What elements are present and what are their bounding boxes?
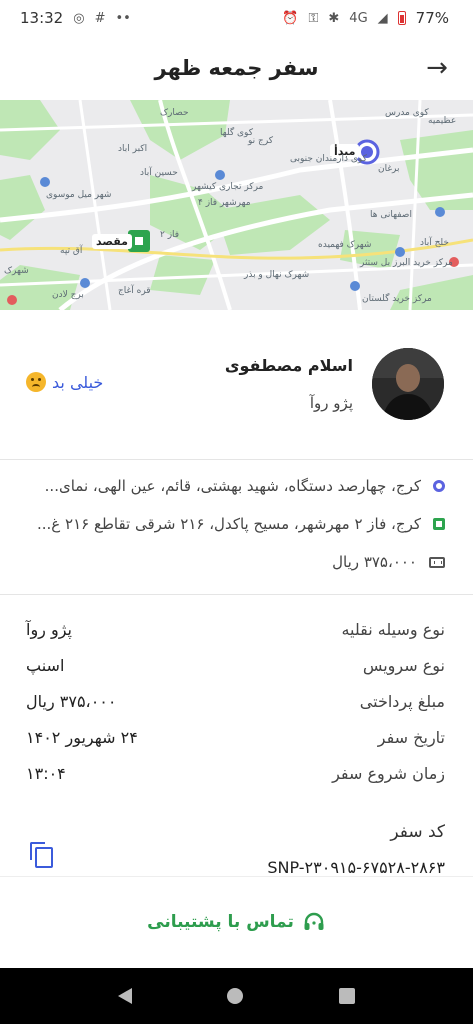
destination-row: کرج، فاز ۲ مهرشهر، مسیح پاکدل، ۲۱۶ شرقی …: [26, 510, 445, 538]
detail-row: اسنپ نوع سرویس: [26, 650, 445, 680]
origin-address: کرج، چهارصد دستگاه، شهید بهشتی، قائم، عی…: [44, 477, 421, 495]
headset-icon: [304, 912, 324, 930]
system-navigation-bar: [0, 968, 473, 1024]
map-place-label: شهرک فهمیده: [318, 240, 372, 250]
route-summary: کرج، چهارصد دستگاه، شهید بهشتی، قائم، عی…: [0, 460, 473, 595]
map-place-label: شهرک نهال و بذر: [244, 270, 310, 280]
map-place-label: کوی دارمندان جنوبی: [290, 154, 367, 164]
page-title: سفر جمعه ظهر: [154, 56, 319, 80]
detail-row: ۲۴ شهریور ۱۴۰۲ تاریخ سفر: [26, 722, 445, 752]
destination-square-icon: [433, 518, 445, 530]
instagram-icon: ◎: [73, 10, 85, 26]
trip-code-label: کد سفر: [390, 822, 445, 842]
map-place-label: خلج آباد: [420, 238, 449, 248]
driver-name: اسلام مصطفوی: [224, 356, 353, 375]
route-price: ۳۷۵،۰۰۰ ریال: [332, 553, 417, 571]
detail-key: زمان شروع سفر: [332, 763, 445, 783]
bluetooth-icon: ✱: [328, 10, 340, 26]
map-place-label: مرکز خرید گلستان: [362, 294, 432, 304]
detail-value: اسنپ: [26, 655, 65, 675]
arrow-right-icon[interactable]: →: [423, 54, 451, 82]
map-place-label: شهر میل موسوی: [46, 190, 112, 200]
destination-map-label: مقصد: [92, 234, 132, 249]
rating-button[interactable]: خیلی بد: [26, 372, 103, 392]
divider: [0, 876, 473, 877]
app-bar: سفر جمعه ظهر →: [0, 36, 473, 100]
detail-key: نوع سرویس: [362, 655, 445, 675]
map-place-label: قره آغاج: [118, 286, 151, 296]
map-place-label: حصارک: [160, 108, 189, 118]
contact-support-button[interactable]: تماس با پشتیبانی: [0, 900, 473, 944]
map-place-label: اکبر اباد: [118, 144, 148, 154]
driver-car: پژو روآ: [309, 394, 353, 412]
signal-icon: ◢: [377, 10, 388, 26]
nav-home-icon[interactable]: [227, 988, 244, 1004]
trip-map[interactable]: مبدأ مقصد کوی مدرس عظیمیه حصارک کوی گلها اکب…: [0, 100, 473, 310]
status-bar: 13:32 ◎ # •• ⏰ ⚿ ✱ 4G ◢ 77%: [0, 0, 473, 36]
network-label: 4G: [349, 10, 368, 26]
detail-key: تاریخ سفر: [377, 727, 445, 747]
map-place-label: مهرشهر فاز ۴: [198, 198, 251, 208]
rating-label: خیلی بد: [52, 372, 104, 392]
support-label: تماس با پشتیبانی: [147, 912, 294, 932]
key-icon: ⚿: [308, 10, 319, 26]
battery-level: 77%: [415, 9, 449, 27]
origin-dot-icon: [433, 480, 445, 492]
driver-avatar: [372, 348, 444, 420]
price-row: ۳۷۵،۰۰۰ ریال: [26, 548, 445, 576]
cash-icon: [429, 556, 445, 568]
battery-icon: [397, 11, 406, 25]
nav-back-icon[interactable]: [117, 988, 132, 1004]
map-place-label: حسین آباد: [140, 168, 178, 178]
destination-address: کرج، فاز ۲ مهرشهر، مسیح پاکدل، ۲۱۶ شرقی …: [36, 515, 421, 533]
detail-value: ۱۳:۰۴: [26, 763, 66, 783]
more-notifications-icon: ••: [115, 10, 131, 26]
map-place-label: مرکز خرید البرز بل ستثر: [360, 258, 453, 268]
detail-row: ۳۷۵،۰۰۰ ریال مبلغ پرداختی: [26, 686, 445, 716]
detail-key: مبلغ پرداختی: [359, 691, 445, 711]
map-place-label: کوی مدرس: [385, 108, 429, 118]
detail-value: پژو روآ: [26, 619, 72, 639]
trip-code-value: SNP-۲۳۰۹۱۵-۶۷۵۲۸-۲۸۶۳: [267, 858, 445, 877]
map-place-label: عظیمیه: [428, 116, 457, 126]
driver-card: اسلام مصطفوی پژو روآ خیلی بد: [0, 310, 473, 460]
map-place-label: اصفهانی ها: [370, 210, 412, 220]
detail-row: ۱۳:۰۴ زمان شروع سفر: [26, 758, 445, 788]
origin-row: کرج، چهارصد دستگاه، شهید بهشتی، قائم، عی…: [26, 472, 445, 500]
detail-value: ۳۷۵،۰۰۰ ریال: [26, 691, 117, 711]
status-time: 13:32: [20, 9, 64, 27]
alarm-icon: ⏰: [282, 10, 299, 26]
map-place-label: کرج نو: [248, 136, 274, 146]
detail-value: ۲۴ شهریور ۱۴۰۲: [26, 727, 138, 747]
detail-key: نوع وسیله نقلیه: [341, 619, 445, 639]
map-place-label: آق تپه: [60, 246, 83, 256]
map-place-label: برغان: [378, 164, 400, 174]
map-place-label: برج لادن: [52, 290, 84, 300]
sad-face-icon: [26, 372, 46, 392]
detail-row: پژو روآ نوع وسیله نقلیه: [26, 614, 445, 644]
copy-icon[interactable]: [30, 842, 53, 868]
map-place-label: مرکز تجاری کیشهر: [192, 182, 264, 192]
map-place-label: فاز ۲: [160, 230, 180, 240]
nav-recent-apps-icon[interactable]: [339, 988, 356, 1004]
map-place-label: شهرک: [4, 266, 29, 276]
hashtag-icon: #: [94, 10, 106, 26]
